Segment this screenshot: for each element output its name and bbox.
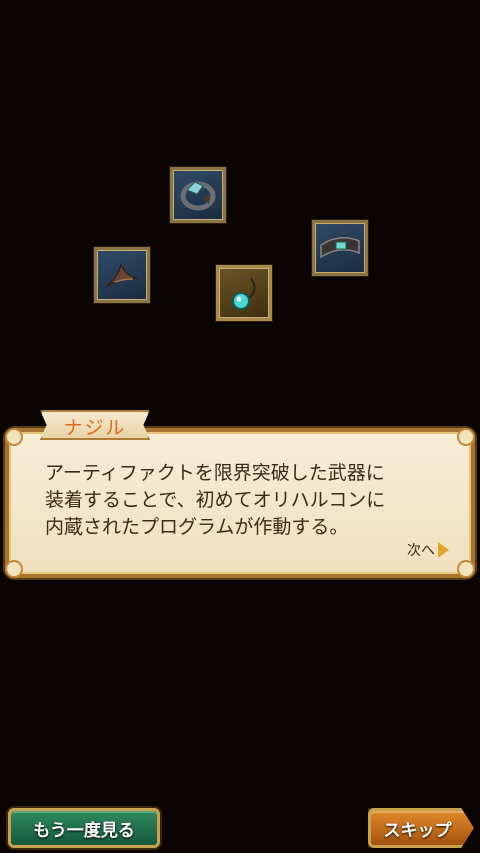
ornament-corner [457, 428, 475, 446]
pendant-necklace-icon[interactable] [216, 265, 272, 321]
speaker-name: ナジル [63, 417, 127, 439]
ornament-corner [5, 428, 23, 446]
dialogue-text: アーティファクトを限界突破した武器に 装着することで、初めてオリハルコンに 内蔵… [45, 462, 386, 538]
gem-band-graphic [320, 237, 360, 259]
horn-shard-icon[interactable] [94, 247, 150, 303]
skip-button[interactable]: スキップ [368, 808, 474, 848]
game-screen: アーティファクトを限界突破した武器に 装着することで、初めてオリハルコンに 内蔵… [0, 0, 480, 853]
dialogue-box[interactable]: アーティファクトを限界突破した武器に 装着することで、初めてオリハルコンに 内蔵… [5, 428, 475, 578]
horn-shard-graphic [106, 263, 138, 287]
skip-button-label: スキップ [383, 820, 452, 841]
next-label: 次へ [407, 543, 435, 559]
ornament-corner [457, 560, 475, 578]
ornament-corner [5, 560, 23, 578]
next-arrow-icon [438, 542, 449, 558]
replay-button-label: もう一度見る [33, 820, 135, 841]
crystal-bracelet-graphic [180, 181, 216, 211]
next-indicator[interactable]: 次へ [407, 540, 449, 560]
speaker-nameplate: ナジル [40, 410, 150, 440]
gem-band-icon[interactable] [312, 220, 368, 276]
replay-button[interactable]: もう一度見る [8, 808, 160, 848]
pendant-necklace-graphic [232, 277, 256, 310]
crystal-bracelet-icon[interactable] [170, 167, 226, 223]
